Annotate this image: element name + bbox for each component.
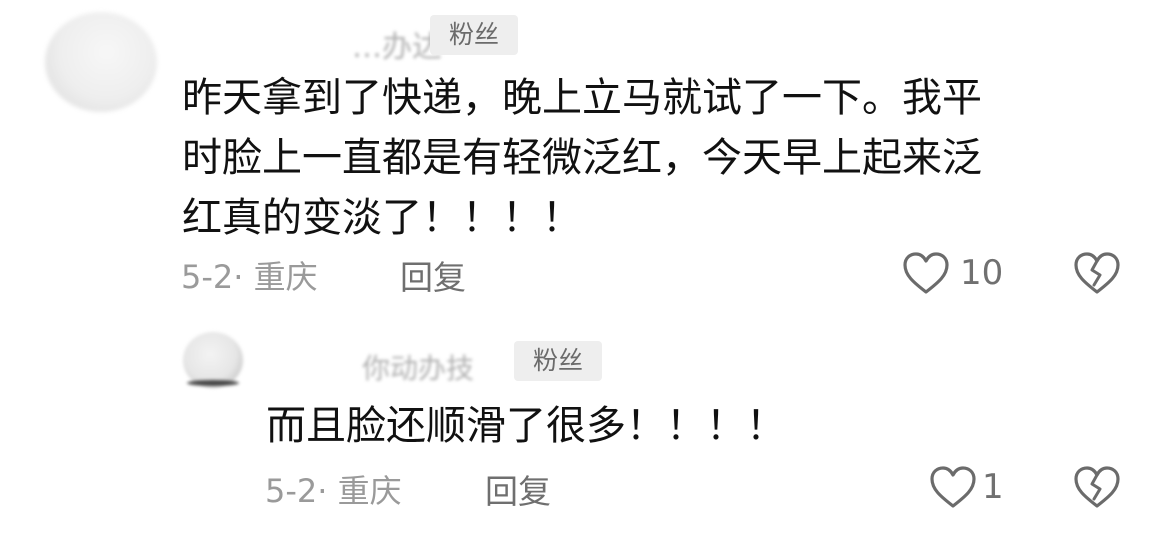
like-count: 10	[960, 253, 1004, 293]
comment-text-line: 而且脸还顺滑了很多！！！！	[266, 403, 786, 449]
like-count: 1	[982, 467, 1004, 507]
reply-button[interactable]: 回复	[485, 465, 551, 513]
comment-text-line: 时脸上一直都是有轻微泛红，今天早上起来泛	[182, 135, 982, 181]
broken-heart-icon[interactable]	[1072, 465, 1122, 511]
broken-heart-icon[interactable]	[1072, 251, 1122, 297]
comment-text: 而且脸还顺滑了很多！！！！	[266, 398, 786, 454]
avatar[interactable]	[183, 332, 243, 388]
heart-outline-icon[interactable]	[901, 251, 951, 297]
username[interactable]: …办达	[352, 22, 442, 66]
username[interactable]: 你动办技	[362, 347, 474, 387]
comment-date-location: 5-2· 重庆	[265, 472, 402, 510]
avatar[interactable]	[45, 12, 157, 112]
reply-button[interactable]: 回复	[400, 251, 466, 299]
heart-outline-icon[interactable]	[928, 465, 978, 511]
comment-date-location: 5-2· 重庆	[181, 258, 318, 296]
comment-text-line: 红真的变淡了！！！！	[182, 195, 582, 241]
fan-badge: 粉丝	[430, 15, 518, 55]
comment-text: 昨天拿到了快递，晚上立马就试了一下。我平 时脸上一直都是有轻微泛红，今天早上起来…	[182, 68, 982, 248]
comment-text-line: 昨天拿到了快递，晚上立马就试了一下。我平	[182, 75, 982, 121]
fan-badge: 粉丝	[514, 341, 602, 381]
